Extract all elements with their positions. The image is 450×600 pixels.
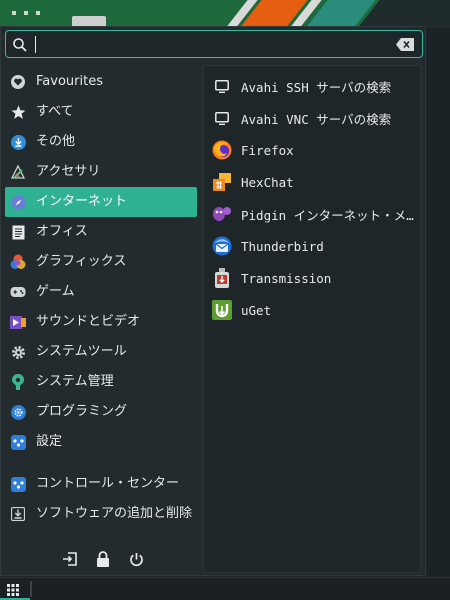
search-input[interactable] [40,34,380,54]
software-install-icon [10,506,26,522]
star-icon [10,104,26,120]
category-internet[interactable]: インターネット [5,187,197,217]
power-icon [129,552,143,566]
app-label: Thunderbird [241,238,324,254]
app-label: HexChat [241,174,294,190]
category-all[interactable]: すべて [5,97,197,127]
app-label: uGet [241,302,272,318]
apps-grid-icon[interactable] [6,583,20,597]
hexchat-icon [212,172,232,192]
transmission-icon [212,268,232,288]
system-admin-icon [10,374,26,390]
pidgin-icon [212,204,232,224]
category-games[interactable]: ゲーム [5,277,197,307]
app-uget[interactable]: uGet [204,294,420,326]
app-pidgin[interactable]: Pidgin インターネット・メッセンジャー [204,198,420,230]
app-label: Avahi VNC サーバの検索 [241,111,392,127]
logout-icon [62,552,77,566]
download-icon [10,134,26,150]
search-box[interactable] [5,30,423,58]
app-firefox[interactable]: Firefox [204,134,420,166]
category-sound-video[interactable]: サウンドとビデオ [5,307,197,337]
application-list: Avahi SSH サーバの検索 Avahi VNC サーバの検索 Firefo… [203,65,421,573]
power-button[interactable] [120,549,153,569]
control-center-item[interactable]: コントロール・センター [5,469,197,499]
category-accessories[interactable]: アクセサリ [5,157,197,187]
category-programming[interactable]: プログラミング [5,397,197,427]
taskbar-separator [30,581,32,597]
category-label: システムツール [36,344,127,359]
software-install-item[interactable]: ソフトウェアの追加と削除 [5,499,197,529]
category-label: インターネット [36,194,128,209]
category-label: プログラミング [36,404,128,419]
lock-button[interactable] [86,549,119,569]
app-label: Avahi SSH サーバの検索 [241,79,392,95]
category-label: グラフィックス [36,254,127,269]
monitor-icon [212,76,232,96]
control-center-label: コントロール・センター [36,476,180,491]
app-label: Transmission [241,270,332,286]
session-actions [53,549,153,569]
app-avahi-vnc[interactable]: Avahi VNC サーバの検索 [204,102,420,134]
accessories-icon [10,164,26,180]
system-tools-icon [10,344,26,360]
gamepad-icon [10,284,26,300]
programming-icon [10,404,26,420]
category-label: その他 [36,134,76,149]
category-label: オフィス [36,224,88,239]
search-icon [13,38,27,52]
category-label: 設定 [36,434,63,449]
lock-icon [96,551,109,567]
category-graphics[interactable]: グラフィックス [5,247,197,277]
thunderbird-icon [212,236,232,256]
multimedia-icon [10,314,26,330]
category-favourites[interactable]: Favourites [5,67,197,97]
category-system-tools[interactable]: システムツール [5,337,197,367]
app-transmission[interactable]: Transmission [204,262,420,294]
category-system-admin[interactable]: システム管理 [5,367,197,397]
app-label: Pidgin インターネット・メッセンジャー [241,207,420,223]
firefox-icon [212,140,232,160]
app-avahi-ssh[interactable]: Avahi SSH サーバの検索 [204,70,420,102]
category-label: ゲーム [36,284,75,299]
category-other[interactable]: その他 [5,127,197,157]
taskbar [0,577,450,600]
clear-text-icon[interactable] [396,38,414,51]
logout-button[interactable] [53,549,86,569]
category-label: システム管理 [36,374,114,389]
settings-icon [10,434,26,450]
text-caret [35,36,36,53]
desktop-wallpaper [0,0,450,28]
monitor-icon [212,108,232,128]
category-label: アクセサリ [36,164,101,179]
application-menu: Favourites すべて その他 アクセサリ インターネット オフィス グラ… [0,26,426,576]
category-list: Favourites すべて その他 アクセサリ インターネット オフィス グラ… [5,67,197,529]
compass-icon [10,194,26,210]
category-label: すべて [36,104,74,119]
category-office[interactable]: オフィス [5,217,197,247]
software-install-label: ソフトウェアの追加と削除 [36,506,193,521]
category-settings[interactable]: 設定 [5,427,197,457]
graphics-icon [10,254,26,270]
app-label: Firefox [241,142,294,158]
category-label: サウンドとビデオ [36,314,141,329]
category-label: Favourites [36,74,103,89]
app-hexchat[interactable]: HexChat [204,166,420,198]
uget-icon [212,300,232,320]
app-thunderbird[interactable]: Thunderbird [204,230,420,262]
heart-icon [10,74,26,90]
control-center-icon [10,476,26,492]
document-icon [10,224,26,240]
